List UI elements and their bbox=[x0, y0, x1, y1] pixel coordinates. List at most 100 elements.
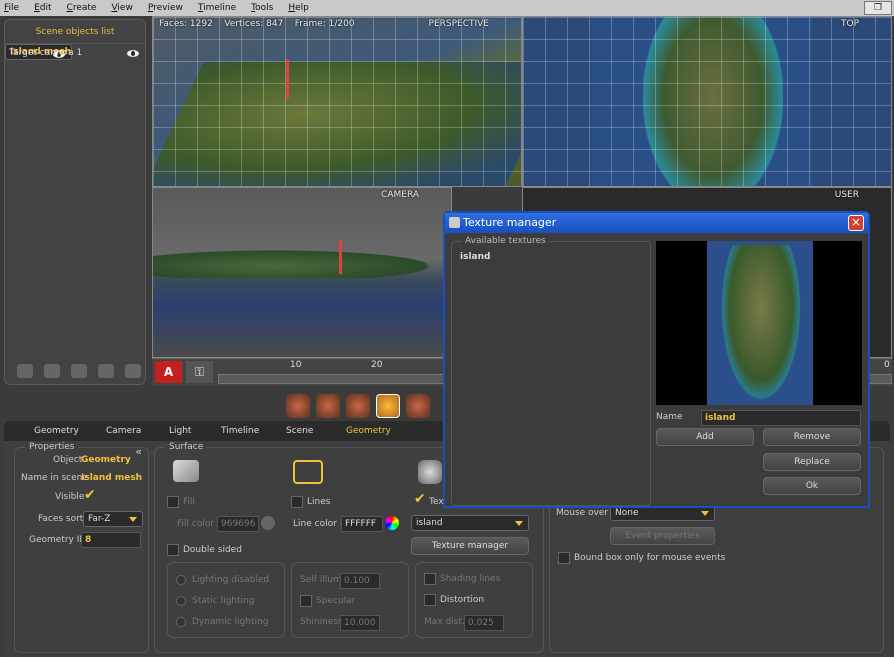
replace-button[interactable]: Replace bbox=[763, 453, 861, 471]
texture-manager-button[interactable]: Texture manager bbox=[411, 537, 529, 555]
menu-create[interactable]: Create bbox=[67, 3, 97, 13]
menu-timeline[interactable]: Timeline bbox=[198, 3, 236, 13]
frame-count: Frame: 1/200 bbox=[294, 19, 355, 29]
record-button[interactable]: A bbox=[155, 361, 182, 383]
close-button[interactable]: × bbox=[848, 215, 864, 231]
lines-label: Lines bbox=[307, 497, 331, 507]
texture-label: Tex bbox=[429, 497, 444, 507]
transform-toolbar bbox=[286, 394, 430, 418]
add-button[interactable]: Add bbox=[656, 428, 754, 446]
max-dist-field[interactable]: 0.025 bbox=[464, 615, 504, 631]
tab-camera[interactable]: Camera bbox=[106, 426, 141, 436]
shading-lines-label: Shading lines bbox=[440, 574, 501, 584]
menu-view[interactable]: View bbox=[111, 3, 132, 13]
lighting-disabled-label: Lighting disabled bbox=[192, 575, 270, 585]
object-value: Geometry bbox=[81, 455, 131, 465]
lines-checkbox[interactable] bbox=[291, 496, 303, 508]
texture-preview bbox=[656, 241, 862, 405]
viewport-camera[interactable]: CAMERA bbox=[152, 187, 452, 358]
viewport-top[interactable]: TOP bbox=[522, 16, 892, 187]
collapse-icon[interactable]: « bbox=[135, 445, 142, 458]
group-icon[interactable] bbox=[17, 364, 33, 378]
users-icon[interactable] bbox=[98, 364, 114, 378]
fill-color-picker-icon[interactable] bbox=[261, 516, 275, 530]
axis-gizmo-icon[interactable] bbox=[339, 240, 342, 274]
specular-label: Specular bbox=[316, 596, 356, 606]
geometry-id-field[interactable]: 8 bbox=[81, 532, 141, 548]
surface-title: Surface bbox=[165, 442, 208, 452]
ok-button[interactable]: Ok bbox=[763, 477, 861, 495]
object-label: Object bbox=[53, 455, 83, 465]
texture-list-item[interactable]: island bbox=[460, 252, 490, 262]
bound-box-label: Bound box only for mouse events bbox=[574, 553, 726, 563]
shininess-label: Shininess bbox=[300, 617, 343, 627]
shading-lines-checkbox[interactable] bbox=[424, 573, 436, 585]
properties-panel: Properties « Object Geometry Name in sce… bbox=[14, 442, 149, 653]
texture-mode-icon bbox=[418, 460, 442, 484]
static-lighting-radio[interactable] bbox=[176, 596, 186, 606]
fill-label: Fill bbox=[183, 497, 196, 507]
specular-checkbox[interactable] bbox=[300, 595, 312, 607]
dynamic-lighting-radio[interactable] bbox=[176, 617, 186, 627]
fill-checkbox[interactable] bbox=[167, 496, 179, 508]
scene-object-target-camera[interactable]: Target camera 1 bbox=[5, 44, 145, 63]
texture-checkbox[interactable] bbox=[413, 491, 426, 508]
effects-group: Shading lines Distortion Max dist. 0.025 bbox=[415, 562, 533, 638]
bound-box-checkbox[interactable] bbox=[558, 552, 570, 564]
key-icon[interactable]: ⚿ bbox=[186, 361, 213, 383]
axis-gizmo-icon[interactable] bbox=[286, 59, 289, 99]
menu-help[interactable]: Help bbox=[288, 3, 309, 13]
restore-window-button[interactable]: ❐ bbox=[864, 1, 892, 15]
menu-tools[interactable]: Tools bbox=[251, 3, 273, 13]
viewport-stats: Faces: 1292 Vertices: 847 Frame: 1/200 bbox=[159, 19, 355, 29]
tab-timeline[interactable]: Timeline bbox=[221, 426, 259, 436]
tab-scene[interactable]: Scene bbox=[286, 426, 313, 436]
line-color-picker-icon[interactable] bbox=[385, 516, 399, 530]
select-tool-icon[interactable] bbox=[286, 394, 310, 418]
texture-name-label: Name bbox=[656, 412, 683, 422]
tab-geometry[interactable]: Geometry bbox=[34, 426, 79, 436]
menu-edit[interactable]: Edit bbox=[34, 3, 51, 13]
distortion-checkbox[interactable] bbox=[424, 594, 436, 606]
line-color-label: Line color # bbox=[293, 519, 348, 529]
remove-button[interactable]: Remove bbox=[763, 428, 861, 446]
name-value[interactable]: Island mesh bbox=[81, 473, 142, 483]
max-dist-label: Max dist. bbox=[424, 617, 465, 627]
move-tool-icon[interactable] bbox=[376, 394, 400, 418]
double-sided-checkbox[interactable] bbox=[167, 544, 179, 556]
texture-name-field[interactable]: island bbox=[701, 410, 861, 426]
visibility-eye-icon[interactable] bbox=[127, 50, 139, 57]
faces-sort-select[interactable]: Far-Z bbox=[83, 511, 143, 527]
fill-color-field[interactable]: 969696 bbox=[217, 516, 259, 532]
rotate-tool-icon[interactable] bbox=[346, 394, 370, 418]
outliner-toolbar bbox=[17, 364, 141, 378]
lines-mode-icon bbox=[293, 460, 323, 484]
tick-label: 10 bbox=[290, 360, 302, 370]
object-label: Target camera 1 bbox=[9, 48, 83, 58]
line-color-field[interactable]: FFFFFF bbox=[341, 516, 383, 532]
tab-light[interactable]: Light bbox=[169, 426, 191, 436]
axis-tool-icon[interactable] bbox=[316, 394, 340, 418]
texture-select[interactable]: island bbox=[411, 515, 529, 531]
properties-title: Properties bbox=[25, 442, 79, 452]
undo-icon[interactable] bbox=[406, 394, 430, 418]
trash-icon[interactable] bbox=[125, 364, 141, 378]
shininess-field[interactable]: 10.000 bbox=[340, 615, 380, 631]
lighting-disabled-radio[interactable] bbox=[176, 575, 186, 585]
viewport-label: TOP bbox=[840, 19, 859, 29]
table-icon[interactable] bbox=[71, 364, 87, 378]
viewport-perspective[interactable]: Faces: 1292 Vertices: 847 Frame: 1/200 P… bbox=[152, 16, 522, 187]
static-lighting-label: Static lighting bbox=[192, 596, 255, 606]
menu-preview[interactable]: Preview bbox=[148, 3, 183, 13]
available-textures-title: Available textures bbox=[462, 236, 549, 246]
dialog-title: Texture manager bbox=[463, 216, 557, 229]
tab-geometry-active[interactable]: Geometry bbox=[346, 426, 391, 436]
visible-checkbox[interactable] bbox=[83, 487, 96, 504]
tick-label: 0 bbox=[884, 360, 890, 370]
dialog-title-bar[interactable]: Texture manager × bbox=[445, 213, 868, 233]
self-illum-field[interactable]: 0.100 bbox=[340, 573, 380, 589]
event-properties-button[interactable]: Event properties bbox=[610, 527, 715, 545]
menu-file[interactable]: File bbox=[4, 3, 19, 13]
lighting-group: Lighting disabled Static lighting Dynami… bbox=[167, 562, 285, 638]
link-icon[interactable] bbox=[44, 364, 60, 378]
